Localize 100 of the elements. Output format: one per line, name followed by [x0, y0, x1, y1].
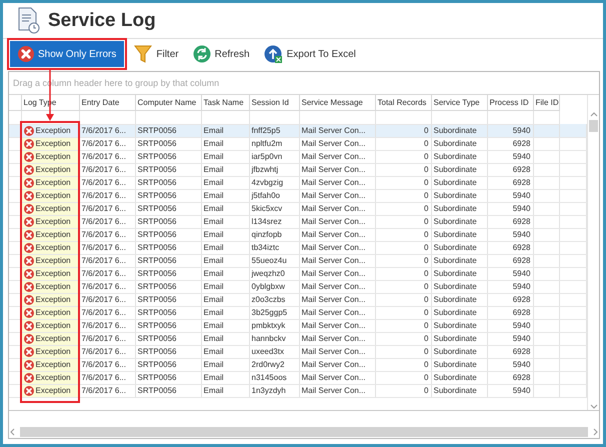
column-header[interactable]: File ID [533, 95, 560, 110]
table-cell: Subordinate [431, 280, 487, 293]
table-cell: j5tfah0o [249, 189, 299, 202]
toolbar-button[interactable]: Export To Excel [260, 41, 360, 67]
table-cell: Exception [36, 138, 71, 149]
column-header[interactable]: Computer Name [135, 95, 201, 110]
table-cell: 7/6/2017 6... [79, 189, 135, 202]
table-cell: Mail Server Con... [299, 371, 375, 384]
table-cell: 7/6/2017 6... [79, 306, 135, 319]
column-header[interactable]: Task Name [201, 95, 249, 110]
table-row[interactable]: Exception 7/6/2017 6... SRTP0056 Email l134srez Mail Server Con... 0 Subordinate 6928 [9, 215, 586, 228]
toolbar-button[interactable]: Refresh [188, 41, 254, 67]
table-cell: 5940 [487, 384, 533, 397]
refresh-icon [192, 45, 211, 63]
error-icon [24, 164, 34, 174]
table-row[interactable]: Exception 7/6/2017 6... SRTP0056 Email pmbktxyk Mail Server Con... 0 Subordinate 5940 [9, 319, 586, 332]
table-row[interactable]: Exception 7/6/2017 6... SRTP0056 Email 4zvbgzig Mail Server Con... 0 Subordinate 6928 [9, 176, 586, 189]
column-header[interactable]: Service Type [431, 95, 487, 110]
table-row[interactable]: Exception 7/6/2017 6... SRTP0056 Email 0yblgbxw Mail Server Con... 0 Subordinate 5940 [9, 280, 586, 293]
column-header[interactable]: Entry Date [79, 95, 135, 110]
column-header[interactable]: Process ID [487, 95, 533, 110]
table-cell: 7/6/2017 6... [79, 241, 135, 254]
table-cell: 5940 [487, 280, 533, 293]
table-cell: Mail Server Con... [299, 124, 375, 137]
table-cell: 7/6/2017 6... [79, 150, 135, 163]
table-cell: Exception [36, 294, 71, 305]
table-cell: 5940 [487, 150, 533, 163]
table-cell: Subordinate [431, 241, 487, 254]
table-cell: SRTP0056 [135, 189, 201, 202]
table-cell: Email [201, 176, 249, 189]
scroll-thumb[interactable] [20, 427, 588, 437]
vertical-scrollbar[interactable] [587, 95, 599, 410]
table-row[interactable]: Exception 7/6/2017 6... SRTP0056 Email fnff25p5 Mail Server Con... 0 Subordinate 5940 [9, 124, 586, 137]
table-cell: 0 [375, 319, 431, 332]
table-cell: Email [201, 189, 249, 202]
table-row[interactable]: Exception 7/6/2017 6... SRTP0056 Email n3145oos Mail Server Con... 0 Subordinate 6928 [9, 371, 586, 384]
table-cell: Exception [36, 332, 71, 344]
table-row[interactable]: Exception 7/6/2017 6... SRTP0056 Email 55ueoz4u Mail Server Con... 0 Subordinate 6928 [9, 254, 586, 267]
table-row[interactable]: Exception 7/6/2017 6... SRTP0056 Email z0o3czbs Mail Server Con... 0 Subordinate 6928 [9, 293, 586, 306]
toolbar-button[interactable]: Filter [130, 41, 183, 67]
table-cell: 5kic5xcv [249, 202, 299, 215]
error-icon [24, 126, 34, 136]
table-cell: Subordinate [431, 176, 487, 189]
column-header[interactable]: Service Message [299, 95, 375, 110]
table-cell: 7/6/2017 6... [79, 358, 135, 371]
scroll-up-icon [590, 111, 598, 118]
error-icon [18, 46, 34, 62]
table-cell: Exception [36, 124, 71, 136]
table-cell: 0 [375, 254, 431, 267]
table-cell: 0 [375, 189, 431, 202]
table-row[interactable]: Exception 7/6/2017 6... SRTP0056 Email 1n3yzdyh Mail Server Con... 0 Subordinate 5940 [9, 384, 586, 397]
error-icon [24, 346, 34, 356]
table-cell: Subordinate [431, 371, 487, 384]
table-row[interactable]: Exception 7/6/2017 6... SRTP0056 Email j5tfah0o Mail Server Con... 0 Subordinate 5940 [9, 189, 586, 202]
document-clock-icon [17, 7, 40, 34]
table-row[interactable]: Exception 7/6/2017 6... SRTP0056 Email 5kic5xcv Mail Server Con... 0 Subordinate 5940 [9, 202, 586, 215]
table-cell: pmbktxyk [249, 319, 299, 332]
table-row[interactable]: Exception 7/6/2017 6... SRTP0056 Email jweqzhz0 Mail Server Con... 0 Subordinate 5940 [9, 267, 586, 280]
table-cell: Mail Server Con... [299, 384, 375, 397]
table-cell: 0 [375, 150, 431, 163]
table-cell: SRTP0056 [135, 176, 201, 189]
table-row[interactable]: Exception 7/6/2017 6... SRTP0056 Email tb34iztc Mail Server Con... 0 Subordinate 6928 [9, 241, 586, 254]
toolbar-button[interactable]: Show Only Errors [10, 41, 124, 67]
table-cell: qinzfopb [249, 228, 299, 241]
table-row[interactable]: Exception 7/6/2017 6... SRTP0056 Email hannbckv Mail Server Con... 0 Subordinate 5940 [9, 332, 586, 345]
table-row[interactable]: Exception 7/6/2017 6... SRTP0056 Email uxeed3tx Mail Server Con... 0 Subordinate 6928 [9, 345, 586, 358]
table-cell: Exception [36, 280, 71, 292]
table-cell: Mail Server Con... [299, 150, 375, 163]
table-cell: 7/6/2017 6... [79, 319, 135, 332]
table-cell: jweqzhz0 [249, 267, 299, 280]
column-header[interactable]: Total Records [375, 95, 431, 110]
table-cell: 0yblgbxw [249, 280, 299, 293]
table-cell: 7/6/2017 6... [79, 202, 135, 215]
table-cell: SRTP0056 [135, 345, 201, 358]
table-cell: SRTP0056 [135, 254, 201, 267]
error-icon [24, 308, 34, 318]
table-cell: SRTP0056 [135, 358, 201, 371]
table-cell: Exception [36, 242, 71, 253]
error-icon [24, 152, 34, 162]
table-cell: 7/6/2017 6... [79, 176, 135, 189]
table-row[interactable]: Exception 7/6/2017 6... SRTP0056 Email iar5p0vn Mail Server Con... 0 Subordinate 5940 [9, 150, 586, 163]
table-row[interactable]: Exception 7/6/2017 6... SRTP0056 Email 2rd0rwy2 Mail Server Con... 0 Subordinate 5940 [9, 358, 586, 371]
table-cell: Mail Server Con... [299, 293, 375, 306]
table-cell: Mail Server Con... [299, 228, 375, 241]
horizontal-scrollbar[interactable] [9, 426, 599, 438]
table-row[interactable]: Exception 7/6/2017 6... SRTP0056 Email npltfu2m Mail Server Con... 0 Subordinate 6928 [9, 137, 586, 150]
table-cell: Exception [36, 306, 71, 318]
table-cell: Email [201, 358, 249, 371]
table-cell: Mail Server Con... [299, 358, 375, 371]
table-cell: Email [201, 293, 249, 306]
table-row[interactable]: Exception 7/6/2017 6... SRTP0056 Email jfbzwhtj Mail Server Con... 0 Subordinate 6928 [9, 163, 586, 176]
table-cell: 7/6/2017 6... [79, 293, 135, 306]
table-cell: Mail Server Con... [299, 280, 375, 293]
column-header[interactable]: Session Id [249, 95, 299, 110]
table-row[interactable]: Exception 7/6/2017 6... SRTP0056 Email qinzfopb Mail Server Con... 0 Subordinate 5940 [9, 228, 586, 241]
table-cell: z0o3czbs [249, 293, 299, 306]
table-row[interactable]: Exception 7/6/2017 6... SRTP0056 Email 3b25ggp5 Mail Server Con... 0 Subordinate 6928 [9, 306, 586, 319]
scroll-thumb[interactable] [589, 120, 598, 132]
table-cell: Subordinate [431, 306, 487, 319]
scroll-down-icon [590, 403, 598, 410]
